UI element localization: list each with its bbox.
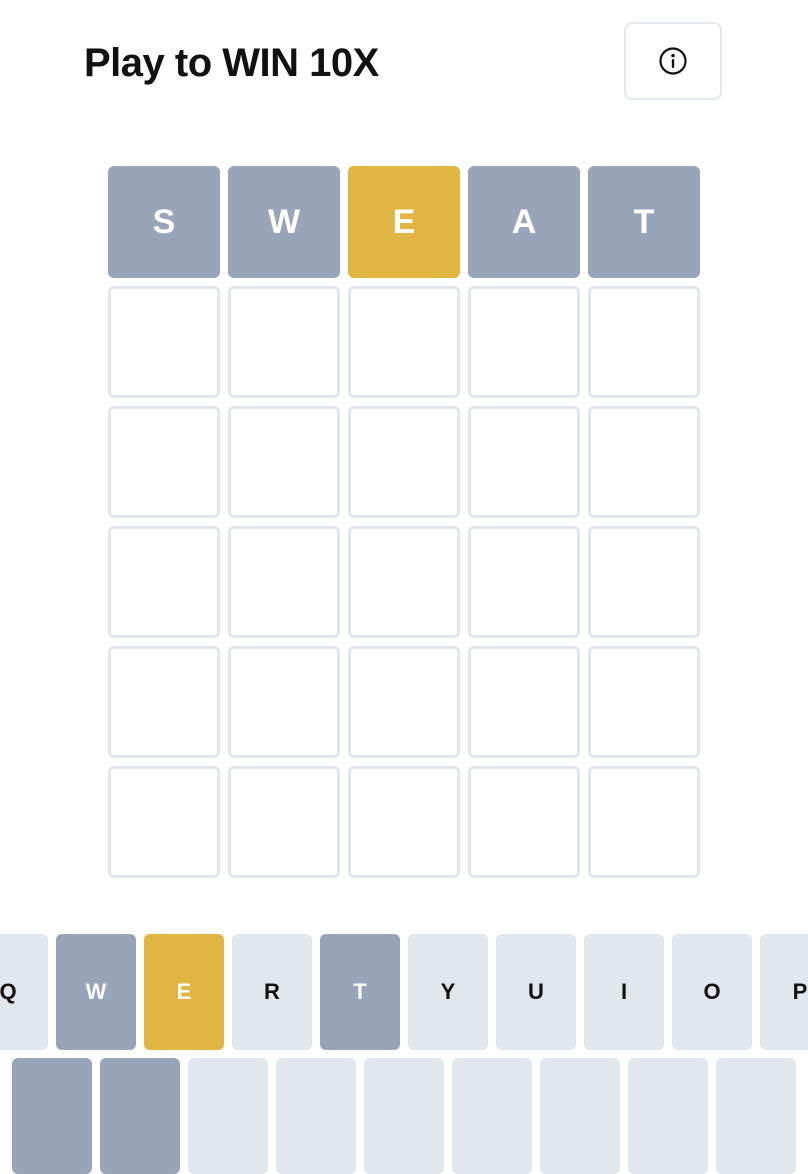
board-row-2 xyxy=(108,286,700,398)
keyboard-row-1: QWERTYUIOP xyxy=(0,934,808,1050)
key-t[interactable]: T xyxy=(320,934,400,1050)
tile-r1-c2: W xyxy=(228,166,340,278)
tile-r4-c3 xyxy=(348,526,460,638)
tile-r4-c5 xyxy=(588,526,700,638)
key-u[interactable]: U xyxy=(496,934,576,1050)
key-1[interactable] xyxy=(12,1058,92,1174)
key-w[interactable]: W xyxy=(56,934,136,1050)
tile-r5-c4 xyxy=(468,646,580,758)
page-title: Play to WIN 10X xyxy=(84,41,379,85)
key-e[interactable]: E xyxy=(144,934,224,1050)
key-6[interactable] xyxy=(452,1058,532,1174)
tile-r1-c4: A xyxy=(468,166,580,278)
key-8[interactable] xyxy=(628,1058,708,1174)
tile-r2-c3 xyxy=(348,286,460,398)
key-q[interactable]: Q xyxy=(0,934,48,1050)
tile-r3-c1 xyxy=(108,406,220,518)
tile-r5-c2 xyxy=(228,646,340,758)
tile-r3-c3 xyxy=(348,406,460,518)
tile-r5-c5 xyxy=(588,646,700,758)
key-2[interactable] xyxy=(100,1058,180,1174)
tile-r1-c5: T xyxy=(588,166,700,278)
tile-r2-c2 xyxy=(228,286,340,398)
tile-r3-c2 xyxy=(228,406,340,518)
key-4[interactable] xyxy=(276,1058,356,1174)
key-i[interactable]: I xyxy=(584,934,664,1050)
key-7[interactable] xyxy=(540,1058,620,1174)
tile-r6-c5 xyxy=(588,766,700,878)
tile-r1-c3: E xyxy=(348,166,460,278)
key-r[interactable]: R xyxy=(232,934,312,1050)
key-p[interactable]: P xyxy=(760,934,808,1050)
board-row-6 xyxy=(108,766,700,878)
key-o[interactable]: O xyxy=(672,934,752,1050)
board-row-5 xyxy=(108,646,700,758)
tile-r4-c2 xyxy=(228,526,340,638)
tile-r4-c4 xyxy=(468,526,580,638)
tile-r6-c2 xyxy=(228,766,340,878)
tile-r5-c3 xyxy=(348,646,460,758)
key-9[interactable] xyxy=(716,1058,796,1174)
key-3[interactable] xyxy=(188,1058,268,1174)
tile-r6-c1 xyxy=(108,766,220,878)
key-5[interactable] xyxy=(364,1058,444,1174)
tile-r2-c5 xyxy=(588,286,700,398)
tile-r5-c1 xyxy=(108,646,220,758)
tile-r6-c3 xyxy=(348,766,460,878)
board-row-3 xyxy=(108,406,700,518)
info-circle-icon xyxy=(659,47,687,75)
keyboard-row-2 xyxy=(12,1058,796,1174)
tile-r4-c1 xyxy=(108,526,220,638)
tile-r2-c4 xyxy=(468,286,580,398)
board-row-4 xyxy=(108,526,700,638)
game-board: SWEAT xyxy=(108,166,700,886)
tile-r3-c5 xyxy=(588,406,700,518)
tile-r6-c4 xyxy=(468,766,580,878)
tile-r1-c1: S xyxy=(108,166,220,278)
info-button[interactable] xyxy=(624,22,722,100)
key-y[interactable]: Y xyxy=(408,934,488,1050)
tile-r3-c4 xyxy=(468,406,580,518)
board-row-1: SWEAT xyxy=(108,166,700,278)
tile-r2-c1 xyxy=(108,286,220,398)
